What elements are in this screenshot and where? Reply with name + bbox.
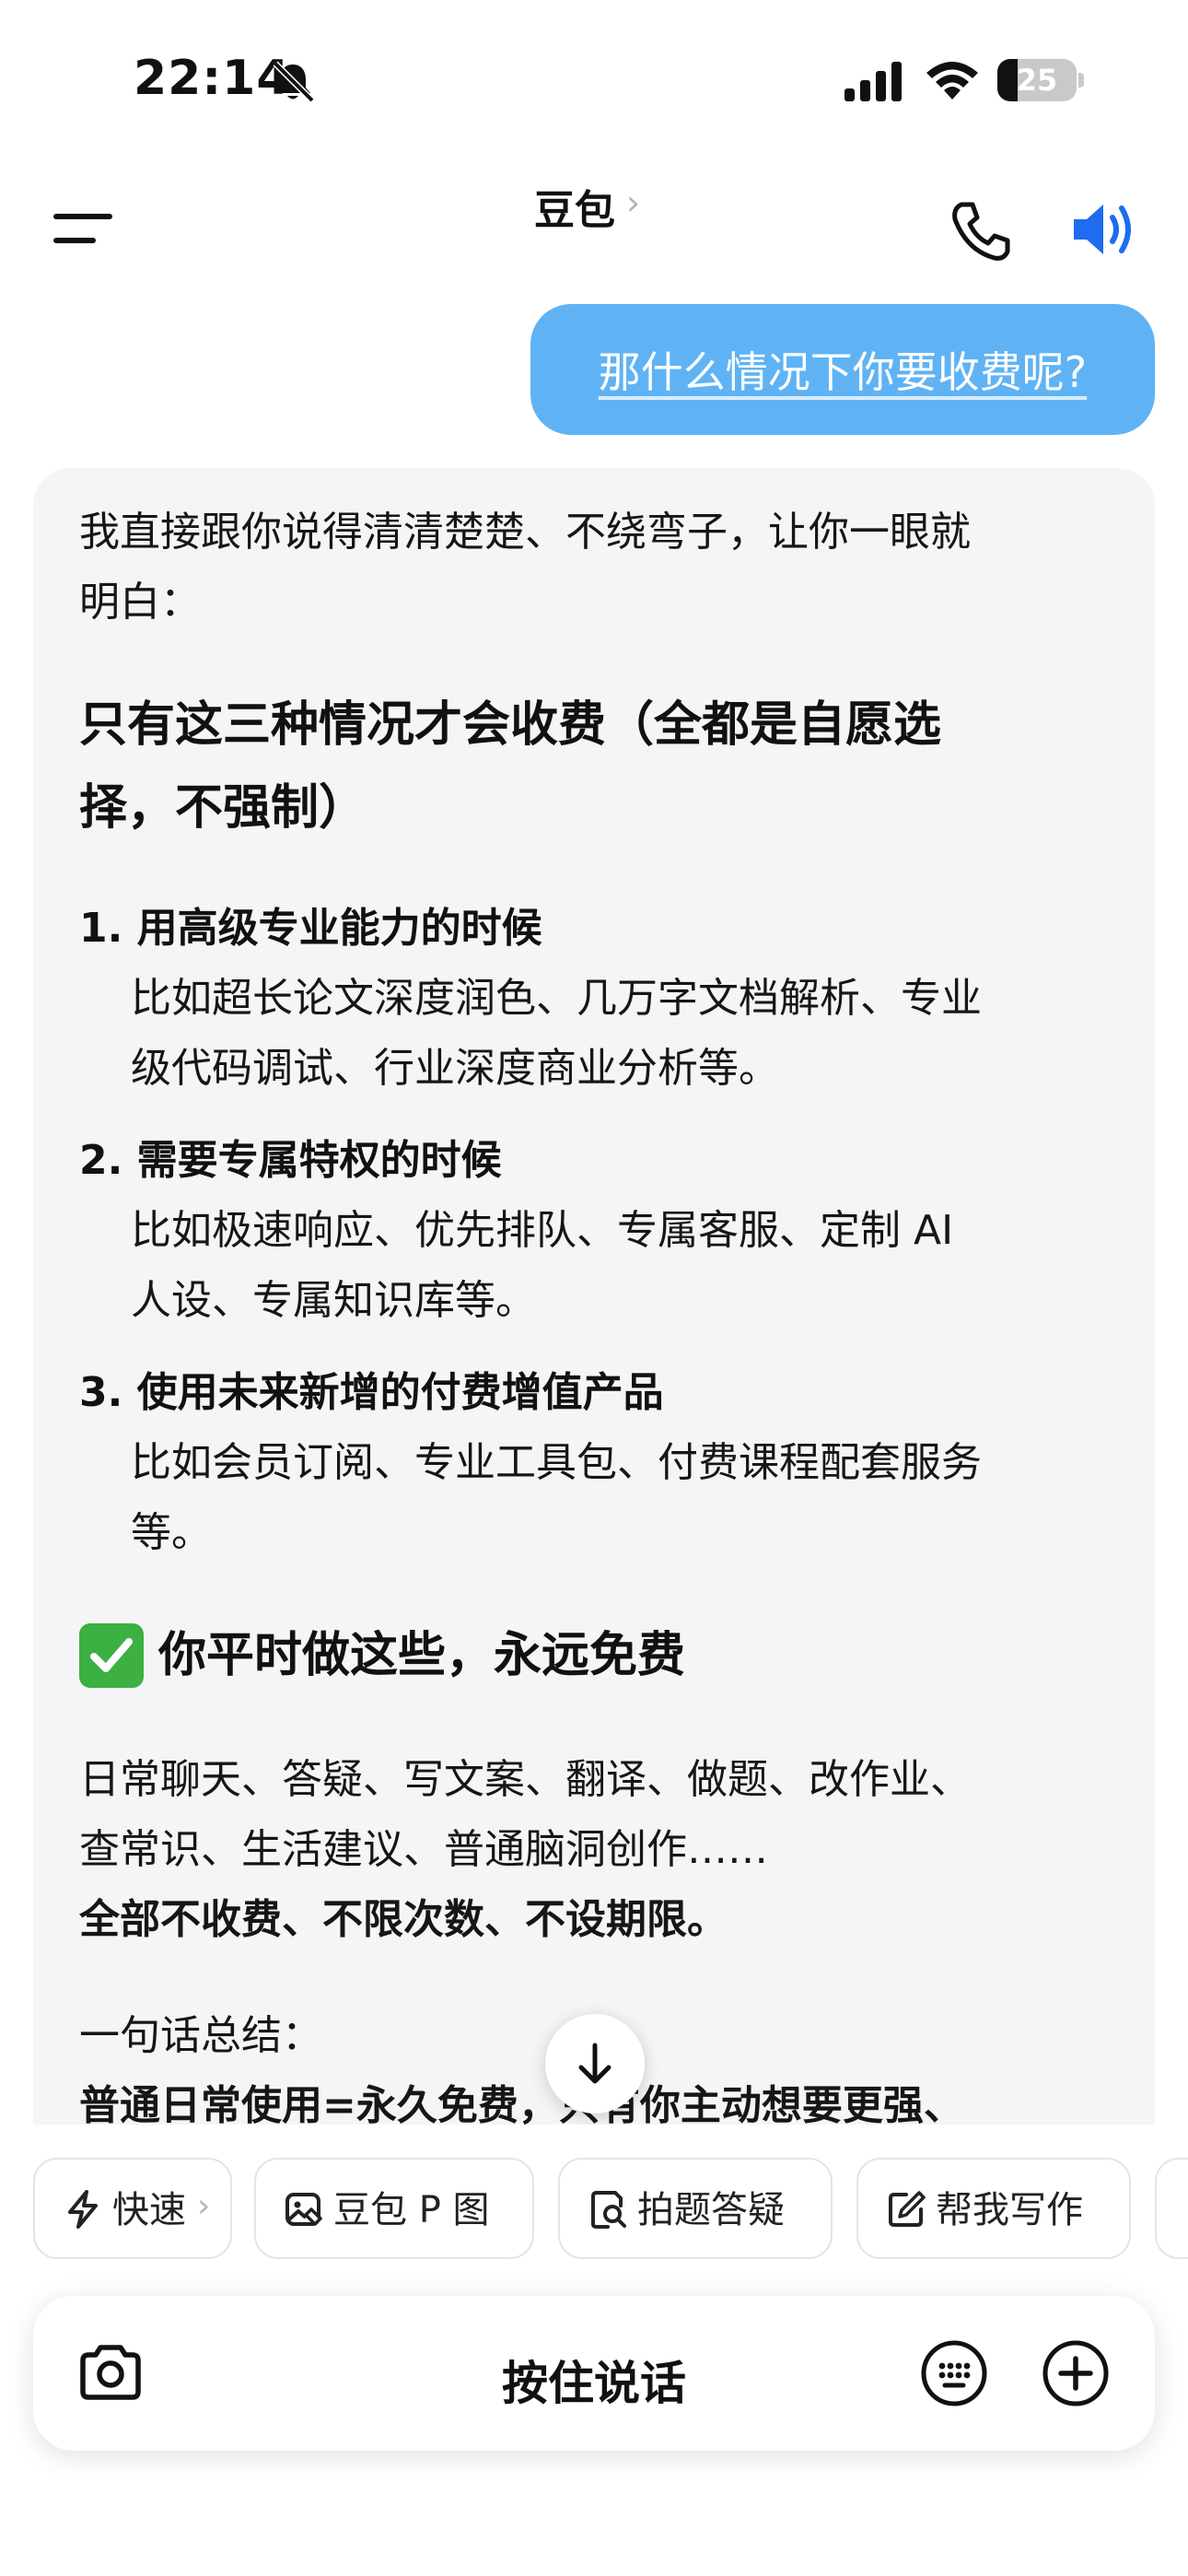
list-item-body: 人设、专属知识库等。 (131, 1277, 536, 1324)
list-item-body: 级代码调试、行业深度商业分析等。 (131, 1045, 779, 1092)
chip-more[interactable] (1155, 2158, 1188, 2259)
chip-photo-question[interactable]: 拍题答疑 (558, 2158, 833, 2259)
list-item-body: 等。 (131, 1509, 212, 1556)
chip-image-edit[interactable]: 豆包 P 图 (254, 2158, 534, 2259)
doc-search-icon (591, 2191, 626, 2229)
chip-label: 豆包 P 图 (333, 2189, 490, 2231)
wifi-icon (926, 62, 978, 100)
bot-name-title[interactable]: 豆包 (534, 177, 615, 236)
user-message-text: 那什么情况下你要收费呢? (598, 347, 1088, 397)
reply-heading: 只有这三种情况才会收费（全都是自愿选 (79, 697, 942, 753)
speaker-icon[interactable] (1070, 197, 1140, 262)
chevron-right-icon: › (197, 2187, 211, 2225)
cellular-signal-icon (844, 62, 902, 101)
reply-intro-line: 明白： (79, 579, 201, 626)
reply-intro-line: 我直接跟你说得清清楚楚、不绕弯子，让你一眼就 (79, 509, 971, 556)
status-time: 22:14 (134, 51, 291, 106)
menu-icon[interactable] (51, 207, 115, 253)
scroll-to-bottom-button[interactable] (545, 2014, 645, 2113)
list-item-body: 比如极速响应、优先排队、专属客服、定制 AI (131, 1207, 954, 1254)
chevron-right-icon[interactable]: › (626, 182, 640, 223)
reply-heading: 择，不强制） (79, 780, 367, 836)
arrow-down-icon (578, 2043, 611, 2084)
reply-paragraph-line: 全部不收费、不限次数、不设期限。 (79, 1896, 728, 1943)
list-item-title: 2. 需要专属特权的时候 (79, 1137, 502, 1184)
chip-label: 帮我写作 (936, 2189, 1083, 2231)
reply-heading: 你平时做这些，永远免费 (158, 1628, 686, 1683)
chip-label: 拍题答疑 (637, 2189, 785, 2231)
bottom-toolbar: 快速 › 豆包 P 图 拍题答疑 帮我写作 按住说话 (0, 2125, 1188, 2576)
reply-paragraph-line: 查常识、生活建议、普通脑洞创作…… (79, 1826, 768, 1873)
status-bar: 22:14 25 (0, 0, 1188, 157)
list-item-body: 比如超长论文深度润色、几万字文档解析、专业 (131, 975, 982, 1022)
battery-level: 25 (1016, 63, 1058, 98)
reply-paragraph-line: 日常聊天、答疑、写文案、翻译、做题、改作业、 (79, 1756, 971, 1803)
image-edit-icon (285, 2193, 322, 2226)
chip-label: 快速 (112, 2189, 186, 2231)
voice-input-bar[interactable]: 按住说话 (33, 2296, 1155, 2451)
check-mark-icon (79, 1623, 144, 1688)
user-message-bubble[interactable]: 那什么情况下你要收费呢? (530, 304, 1155, 435)
chip-fast-mode[interactable]: 快速 › (33, 2158, 232, 2259)
phone-icon[interactable] (949, 199, 1013, 263)
plus-icon[interactable] (1041, 2338, 1111, 2408)
list-item-title: 1. 用高级专业能力的时候 (79, 905, 542, 952)
keyboard-icon[interactable] (919, 2338, 989, 2408)
bell-off-icon (273, 61, 315, 103)
chat-screen: 22:14 25 豆包 › 那什么情况下你要收费呢? 我直接跟你说得清清楚楚、不… (0, 0, 1188, 2576)
list-item-title: 3. 使用未来新增的付费增值产品 (79, 1369, 664, 1416)
chat-header: 豆包 › (0, 157, 1188, 295)
battery-icon: 25 (997, 59, 1084, 101)
lightning-icon (68, 2190, 98, 2229)
list-item-body: 比如会员订阅、专业工具包、付费课程配套服务 (131, 1439, 982, 1486)
chip-writing[interactable]: 帮我写作 (856, 2158, 1131, 2259)
pencil-icon (889, 2191, 926, 2227)
